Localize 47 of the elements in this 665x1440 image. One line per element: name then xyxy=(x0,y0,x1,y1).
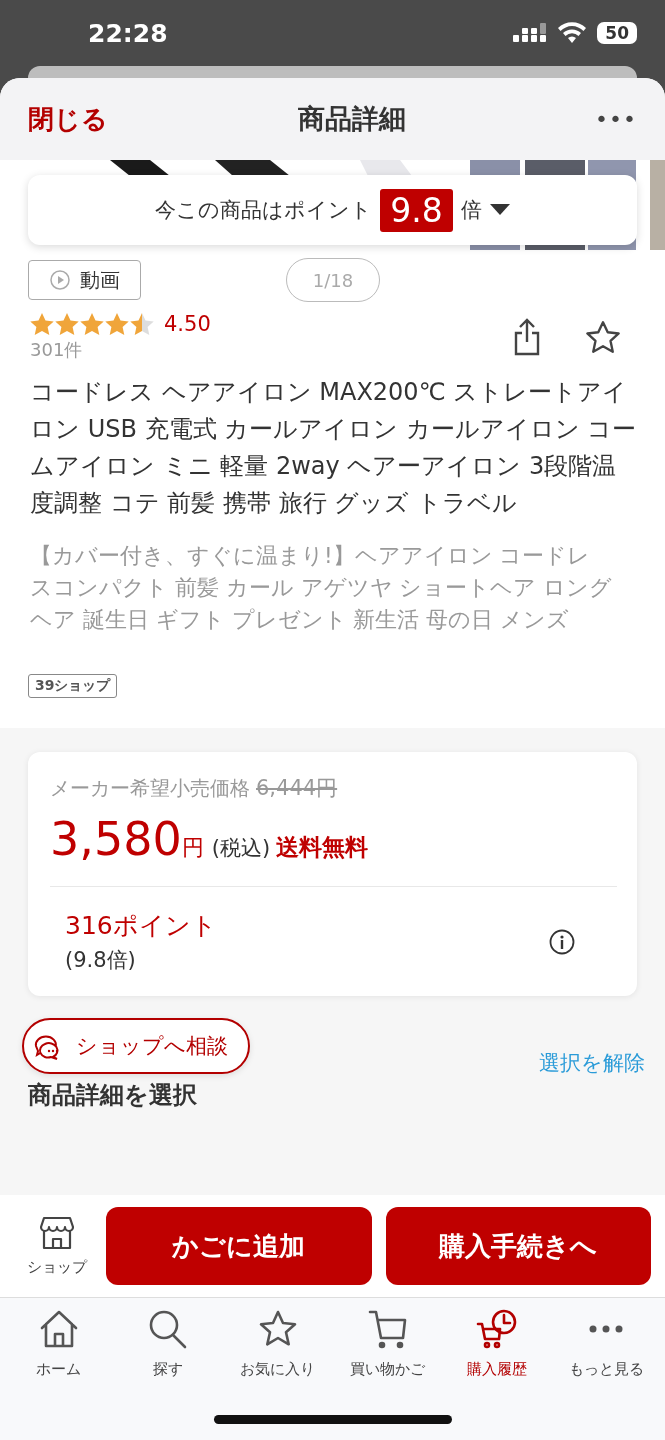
caret-icon xyxy=(489,204,510,216)
wifi-icon xyxy=(557,22,588,44)
status-time: 22:28 xyxy=(88,18,168,48)
shop-icon xyxy=(39,1215,75,1250)
battery-indicator: 50 xyxy=(597,22,637,44)
section-heading: 商品詳細を選択 xyxy=(28,1080,197,1111)
multiplier-unit: 倍 xyxy=(460,197,482,224)
close-button[interactable]: 閉じる xyxy=(28,101,108,137)
consult-shop-button[interactable]: ショップへ相談 xyxy=(22,1018,250,1074)
tax-note: (税込) xyxy=(211,835,271,862)
signal-icon xyxy=(513,23,548,43)
rating-star xyxy=(80,312,104,336)
points-banner-text: 今この商品はポイント xyxy=(155,197,373,224)
points-multiplier: 9.8 xyxy=(380,188,453,232)
more-icon xyxy=(589,1325,624,1333)
tab-bar-item[interactable]: 購入履歴 xyxy=(442,1308,552,1388)
add-to-cart-button[interactable]: かごに追加 xyxy=(106,1207,372,1285)
tab-bar-item[interactable]: 買い物かご xyxy=(332,1308,442,1388)
play-icon xyxy=(49,270,70,290)
rating-star xyxy=(30,312,54,336)
tab-bar-item[interactable]: 探す xyxy=(113,1308,223,1388)
tab-bar-item[interactable]: ホーム xyxy=(4,1308,114,1388)
price: 3,580 xyxy=(50,812,182,866)
info-icon[interactable] xyxy=(549,928,575,955)
free-shipping: 送料無料 xyxy=(276,833,369,862)
tab-bar-item[interactable]: お気に入り xyxy=(223,1308,333,1388)
rating-star xyxy=(105,312,129,336)
price-currency: 円 xyxy=(181,834,204,862)
points-banner[interactable]: 今この商品はポイント 9.8 倍 xyxy=(28,175,637,245)
catch-copy: 【カバー付き、すぐに温まり!】ヘアアイロン コードレスコンパクト 前髪 カール アゲツヤ ショートヘア ロングヘア 誕生日 ギフト プレゼント 新生活 母の日 メンズ xyxy=(30,542,613,634)
list-price-label: メーカー希望小売価格 xyxy=(50,775,250,802)
rating-star xyxy=(55,312,79,336)
checkout-button[interactable]: 購入手続きへ xyxy=(385,1207,651,1285)
rating-star xyxy=(130,312,154,336)
shop-tag: 39ショップ xyxy=(28,674,118,698)
page-title: 商品詳細 xyxy=(297,102,406,136)
tab-bar-item[interactable]: もっと見る xyxy=(551,1308,661,1388)
points-rate: (9.8倍) xyxy=(65,947,137,974)
list-price: 6,444円 xyxy=(256,775,338,802)
product-title: コードレス ヘアアイロン MAX200℃ ストレートアイロン USB 充電式 カールアイロン カールアイロン コームアイロン ミニ 軽量 2way ヘアーアイロン 3段階温度調整 コテ 前髪 携帯 旅行 グッズ トラベル xyxy=(30,377,637,519)
more-button[interactable]: ••• xyxy=(595,106,637,132)
shop-button[interactable]: ショップ xyxy=(22,1215,92,1277)
favorite-star-icon[interactable] xyxy=(585,320,621,354)
share-icon[interactable] xyxy=(513,318,541,356)
points-earned: 316ポイント xyxy=(65,910,217,942)
rating-score: 4.50 xyxy=(164,312,211,336)
video-button[interactable]: 動画 xyxy=(28,260,141,300)
